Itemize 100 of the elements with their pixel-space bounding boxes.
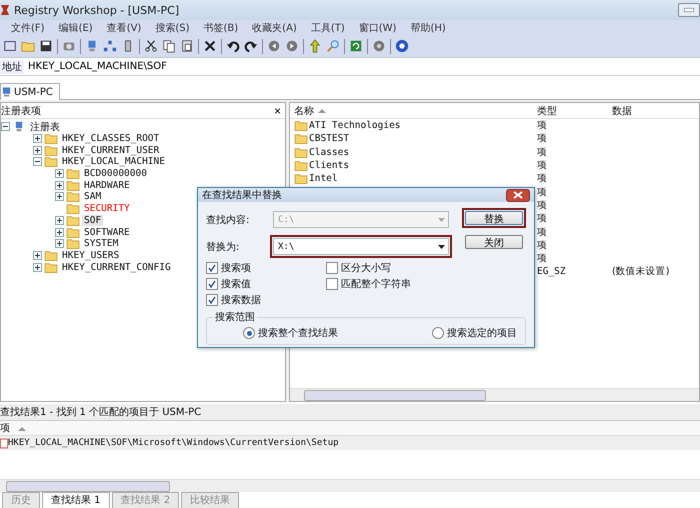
expand-toggle[interactable] — [55, 180, 64, 190]
tree-item[interactable]: SOF — [82, 214, 104, 226]
menu-item[interactable]: 收藏夹(A) — [245, 20, 304, 34]
checkbox[interactable] — [206, 294, 218, 306]
folder-icon — [294, 146, 308, 158]
menu-item[interactable]: 查看(V) — [100, 20, 148, 34]
horizontal-scrollbar[interactable] — [0, 479, 700, 492]
folder-icon — [66, 214, 80, 226]
expand-toggle[interactable] — [55, 169, 64, 178]
minimize-button[interactable] — [678, 3, 700, 17]
expand-toggle[interactable] — [33, 134, 42, 144]
column-header[interactable]: 项 — [0, 421, 10, 435]
tree-item[interactable]: 注册表 — [28, 120, 62, 134]
combo-field[interactable]: X:\ — [273, 238, 449, 255]
dialog-button[interactable]: 关闭 — [465, 235, 523, 249]
tree-item[interactable]: SOFTWARE — [82, 226, 132, 238]
expand-toggle[interactable] — [55, 216, 64, 225]
menu-item[interactable]: 窗口(W) — [352, 20, 404, 34]
folder-icon — [66, 191, 80, 202]
folder-icon — [66, 180, 80, 191]
key-name[interactable]: Classes — [309, 146, 350, 158]
up-arrow-icon[interactable] — [308, 39, 322, 53]
menu-item[interactable]: 编辑(E) — [52, 20, 100, 34]
folder-icon — [66, 226, 80, 238]
key-name[interactable]: Intel — [309, 173, 338, 184]
tree-item[interactable]: HKEY_CLASSES_ROOT — [60, 133, 162, 144]
address-label: 地址 — [0, 60, 24, 74]
save-icon[interactable] — [39, 39, 53, 53]
network-icon[interactable] — [103, 39, 117, 53]
copy-icon[interactable] — [162, 39, 176, 53]
folder-icon — [66, 238, 80, 250]
sort-icon — [318, 108, 326, 113]
tree-item[interactable]: SYSTEM — [82, 238, 120, 250]
collapse-toggle[interactable] — [1, 122, 10, 132]
window-title: Registry Workshop - [USM-PC] — [14, 4, 180, 16]
back-icon[interactable] — [267, 39, 281, 53]
cut-icon[interactable] — [144, 39, 158, 53]
tree-item[interactable]: SAM — [82, 191, 104, 202]
results-status: 查找结果1 - 找到 1 个匹配的项目于 USM-PC — [0, 404, 700, 421]
search-icon[interactable] — [326, 39, 340, 53]
dropdown-arrow-icon — [438, 244, 445, 248]
checkbox-label: 搜索值 — [221, 278, 251, 291]
menu-item[interactable]: 帮助(H) — [403, 20, 453, 34]
computer-icon — [2, 86, 11, 98]
menu-item[interactable]: 文件(F) — [4, 20, 52, 34]
redo-icon[interactable] — [244, 39, 258, 53]
menu-item[interactable]: 搜索(S) — [148, 20, 196, 34]
key-name[interactable]: ATI Technologies — [309, 120, 401, 132]
column-header[interactable]: 名称 — [290, 104, 537, 118]
refresh-icon[interactable] — [349, 39, 363, 53]
tree-item[interactable]: HARDWARE — [82, 180, 132, 191]
checkbox[interactable] — [206, 262, 218, 274]
expand-toggle[interactable] — [55, 192, 64, 202]
tree-item[interactable]: HKEY_CURRENT_USER — [60, 144, 162, 156]
expand-toggle[interactable] — [55, 239, 64, 248]
delete-icon[interactable] — [203, 39, 217, 53]
checkbox[interactable] — [326, 278, 338, 290]
tree-item[interactable]: HKEY_USERS — [60, 250, 122, 261]
folder-icon — [66, 168, 80, 180]
checkbox[interactable] — [206, 278, 218, 290]
bottom-tab[interactable]: 查找结果 1 — [42, 492, 110, 508]
horizontal-scrollbar[interactable] — [290, 388, 699, 401]
forward-icon[interactable] — [285, 39, 299, 53]
expand-toggle[interactable] — [55, 228, 64, 237]
group-title: 搜索范围 — [214, 310, 256, 324]
paste-icon[interactable] — [180, 39, 194, 53]
close-button[interactable]: × — [270, 104, 285, 116]
key-name[interactable]: CBSTEST — [309, 133, 350, 144]
checkbox-label: 搜索数据 — [221, 294, 261, 307]
column-header[interactable]: 类型 — [537, 104, 612, 118]
type-cell-text: 项 — [537, 238, 548, 252]
radio-button[interactable] — [243, 327, 255, 339]
column-header[interactable]: 数据 — [612, 104, 699, 118]
folder-icon — [44, 133, 58, 144]
radio-button[interactable] — [432, 327, 444, 339]
type-cell-text: 项 — [537, 172, 548, 186]
tree-item[interactable]: HKEY_LOCAL_MACHINE — [60, 156, 167, 168]
field-label: 查找内容: — [206, 214, 250, 226]
close-icon — [513, 191, 523, 199]
field-label: 替换为: — [206, 240, 240, 254]
menu-item[interactable]: 书签(B) — [196, 20, 246, 34]
tree-item[interactable]: HKEY_CURRENT_CONFIG — [60, 262, 173, 273]
menu-item[interactable]: 工具(T) — [304, 20, 352, 34]
checkbox[interactable] — [326, 262, 338, 274]
checkbox-label: 搜索项 — [221, 262, 251, 275]
tree-item[interactable]: BCD00000000 — [82, 168, 149, 180]
folder-icon — [294, 173, 308, 184]
collapse-toggle[interactable] — [33, 157, 42, 166]
minimize-icon — [684, 8, 694, 12]
undo-icon[interactable] — [226, 39, 240, 53]
document-tab[interactable]: USM-PC — [0, 83, 60, 100]
expand-toggle[interactable] — [33, 250, 42, 260]
data-cell-text: (数值未设置) — [612, 265, 670, 278]
type-cell-text: 项 — [537, 146, 548, 159]
tree-item[interactable]: SECURITY — [82, 203, 132, 214]
close-button[interactable] — [506, 188, 530, 202]
key-name[interactable]: Clients — [309, 160, 350, 172]
expand-toggle[interactable] — [33, 146, 42, 155]
expand-toggle[interactable] — [33, 262, 42, 272]
dialog-button[interactable]: 替换 — [465, 211, 523, 225]
